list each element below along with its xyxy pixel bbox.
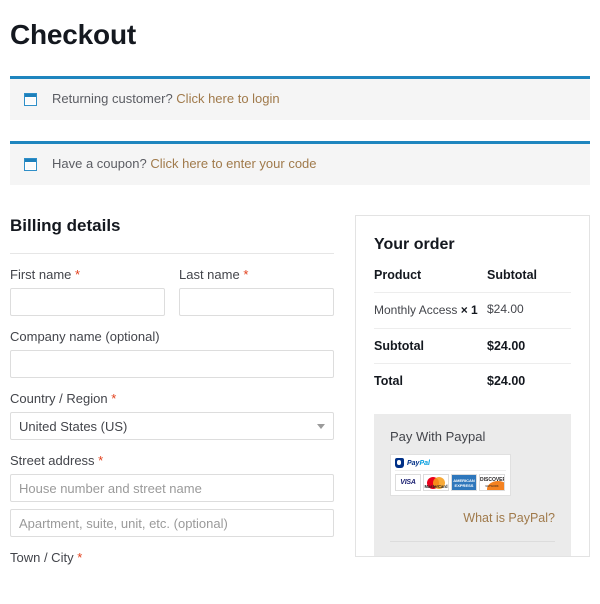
order-item-qty: × 1 (460, 303, 478, 317)
town-city-field: Town / City * (10, 549, 334, 566)
street-address-field: Street address * (10, 452, 334, 537)
paypal-method-label[interactable]: Pay With Paypal (390, 428, 555, 446)
order-table-header-row: Product Subtotal (374, 260, 571, 293)
country-region-value: United States (US) (10, 412, 334, 440)
order-col-product: Product (374, 268, 422, 282)
order-item-name-cell: Monthly Access × 1 (374, 293, 481, 329)
returning-customer-label: Returning customer? (52, 91, 173, 106)
visa-text: VISA (400, 479, 416, 486)
billing-details-column: Billing details First name * Last name * (10, 215, 334, 571)
company-name-input[interactable] (10, 350, 334, 378)
table-row: Total $24.00 (374, 363, 571, 399)
mastercard-text: MasterCard (424, 484, 448, 489)
first-name-field: First name * (10, 266, 165, 316)
amex-card-icon: AMERICAN EXPRESS (451, 474, 477, 491)
checkout-columns: Billing details First name * Last name * (10, 215, 590, 571)
visa-card-icon: VISA (395, 474, 421, 491)
country-region-label: Country / Region * (10, 390, 334, 407)
amex-line2: EXPRESS (454, 482, 474, 488)
first-name-input[interactable] (10, 288, 165, 316)
coupon-label: Have a coupon? (52, 156, 147, 171)
amex-text: AMERICAN EXPRESS (453, 478, 475, 488)
order-table: Product Subtotal Monthly Access × 1 $24.… (374, 260, 571, 398)
returning-customer-text: Returning customer? Click here to login (52, 91, 280, 107)
payment-divider (390, 541, 555, 556)
order-table-body: Monthly Access × 1 $24.00 Subtotal $24.0… (374, 292, 571, 399)
last-name-input[interactable] (179, 288, 334, 316)
name-field-row: First name * Last name * (10, 266, 334, 316)
order-item-name: Monthly Access (374, 303, 458, 317)
country-region-field: Country / Region * United States (US) (10, 390, 334, 440)
required-asterisk: * (75, 267, 81, 282)
coupon-text: Have a coupon? Click here to enter your … (52, 156, 317, 172)
street-address-label-text: Street address (10, 453, 95, 468)
checkout-page: Checkout Returning customer? Click here … (0, 0, 600, 604)
card-logos-row: VISA MasterCard AMERICAN EXPRESS DISCOVE… (395, 474, 506, 491)
paypal-word-pal: Pal (419, 459, 430, 467)
order-subtotal-label: Subtotal (374, 339, 424, 353)
required-asterisk: * (77, 550, 83, 565)
street-address-line1-input[interactable] (10, 474, 334, 502)
paypal-word-pay: Pay (407, 459, 420, 467)
town-city-label-text: Town / City (10, 550, 74, 565)
town-city-label: Town / City * (10, 549, 334, 566)
window-info-icon (24, 157, 37, 171)
discover-text: DISCOVER (480, 477, 505, 483)
company-name-label: Company name (optional) (10, 329, 160, 344)
window-info-icon (24, 92, 37, 106)
returning-customer-notice: Returning customer? Click here to login (10, 76, 590, 120)
discover-card-icon: DISCOVER NETWORK (479, 474, 505, 491)
chevron-down-icon (317, 424, 325, 429)
order-total-amount: $24.00 (487, 374, 526, 388)
order-summary-column: Your order Product Subtotal Monthly Acce… (355, 215, 590, 557)
paypal-cards-logos: PayPal VISA MasterCard AMERICAN EXPRESS … (390, 454, 511, 496)
coupon-link[interactable]: Click here to enter your code (150, 156, 316, 171)
table-row: Subtotal $24.00 (374, 328, 571, 364)
last-name-field: Last name * (179, 266, 334, 316)
login-link[interactable]: Click here to login (176, 91, 279, 106)
street-address-label: Street address * (10, 452, 334, 469)
required-asterisk: * (243, 267, 249, 282)
table-row: Monthly Access × 1 $24.00 (374, 292, 571, 329)
what-is-paypal-link[interactable]: What is PayPal? (463, 511, 555, 525)
first-name-label: First name * (10, 266, 165, 283)
order-total-label: Total (374, 374, 403, 388)
paypal-wordmark: PayPal (407, 460, 430, 467)
order-col-subtotal: Subtotal (487, 268, 537, 282)
discover-network-text: NETWORK (485, 484, 499, 488)
coupon-notice: Have a coupon? Click here to enter your … (10, 141, 590, 185)
page-title: Checkout (10, 19, 136, 50)
order-table-head: Product Subtotal (374, 260, 571, 293)
mastercard-card-icon: MasterCard (423, 474, 449, 491)
order-heading: Your order (374, 236, 455, 253)
country-region-label-text: Country / Region (10, 391, 108, 406)
first-name-label-text: First name (10, 267, 72, 282)
payment-methods-box: Pay With Paypal PayPal VISA MasterCard A… (374, 414, 571, 556)
street-address-inputs (10, 474, 334, 537)
billing-divider (10, 253, 334, 254)
order-item-amount: $24.00 (487, 302, 524, 316)
billing-details-heading: Billing details (10, 216, 121, 235)
country-region-select[interactable]: United States (US) (10, 412, 334, 440)
order-subtotal-amount: $24.00 (487, 339, 526, 353)
required-asterisk: * (111, 391, 117, 406)
order-box: Your order Product Subtotal Monthly Acce… (355, 215, 590, 557)
last-name-label: Last name * (179, 266, 334, 283)
what-is-paypal-row: What is PayPal? (390, 496, 555, 541)
last-name-label-text: Last name (179, 267, 240, 282)
required-asterisk: * (98, 453, 104, 468)
paypal-mark-icon (395, 458, 404, 468)
street-address-line2-input[interactable] (10, 509, 334, 537)
paypal-logo: PayPal (395, 458, 506, 471)
company-name-field: Company name (optional) (10, 328, 334, 378)
